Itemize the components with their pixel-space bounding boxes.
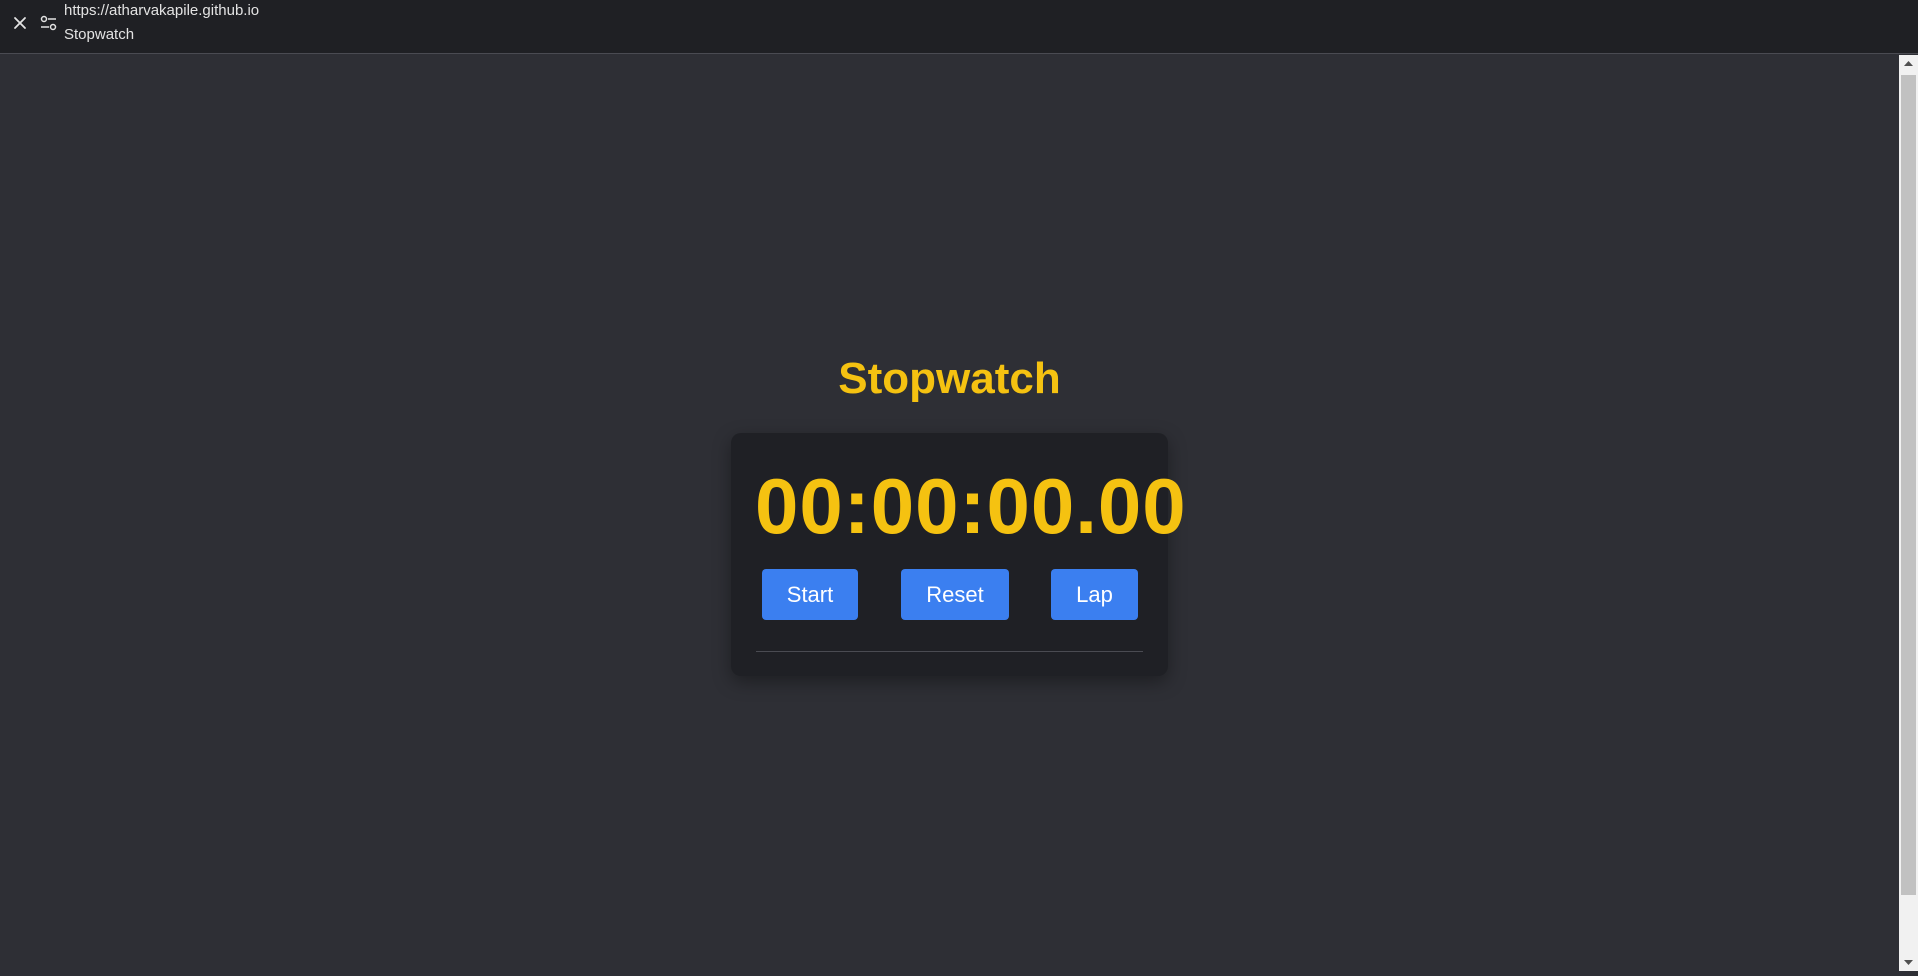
close-icon [14, 17, 26, 29]
url-text[interactable]: https://atharvakapile.github.io [64, 2, 259, 19]
close-button[interactable] [10, 13, 30, 33]
time-display: 00:00:00.00 [755, 462, 1187, 550]
vertical-scrollbar[interactable] [1899, 55, 1918, 971]
stopwatch-card: 00:00:00.00 Start Reset Lap [731, 433, 1186, 676]
scroll-down-button[interactable] [1899, 954, 1918, 971]
page-title: Stopwatch [838, 354, 1061, 403]
chevron-up-icon [1904, 61, 1913, 66]
chevron-down-icon [1904, 960, 1913, 965]
start-button[interactable]: Start [762, 569, 858, 620]
site-settings-button[interactable] [38, 12, 60, 34]
scrollbar-thumb[interactable] [1901, 75, 1916, 895]
browser-toolbar: https://atharvakapile.github.io Stopwatc… [0, 0, 1918, 54]
tune-icon [40, 15, 57, 31]
scroll-up-button[interactable] [1899, 55, 1918, 72]
lap-button[interactable]: Lap [1051, 569, 1138, 620]
laps-divider [756, 651, 1143, 652]
reset-button[interactable]: Reset [901, 569, 1009, 620]
page-tab-title: Stopwatch [64, 26, 135, 43]
